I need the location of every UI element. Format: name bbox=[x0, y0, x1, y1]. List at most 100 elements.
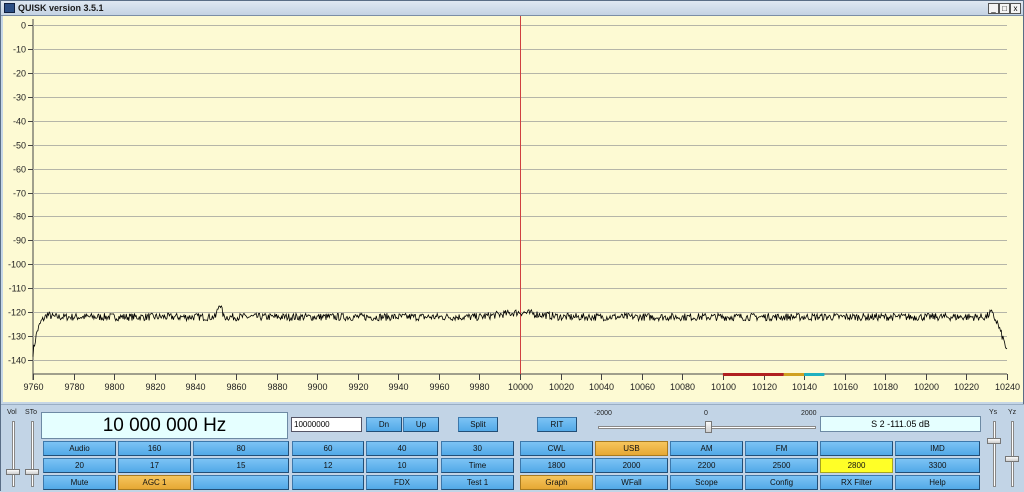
sto-label: STo bbox=[25, 409, 38, 416]
x-tick-label: 9980 bbox=[469, 382, 489, 392]
blank-row1-10-button[interactable] bbox=[820, 441, 893, 456]
fdx-button[interactable]: FDX bbox=[366, 475, 438, 490]
rit-slider-thumb[interactable] bbox=[705, 421, 712, 433]
blank-row3-3-button[interactable] bbox=[292, 475, 364, 490]
x-tick-label: 9940 bbox=[388, 382, 408, 392]
2200-button[interactable]: 2200 bbox=[670, 458, 743, 473]
split-button[interactable]: Split bbox=[458, 417, 498, 432]
test-1-button[interactable]: Test 1 bbox=[441, 475, 514, 490]
graph-button[interactable]: Graph bbox=[520, 475, 593, 490]
2800-button[interactable]: 2800 bbox=[820, 458, 893, 473]
x-tick-label: 9960 bbox=[429, 382, 449, 392]
time-button[interactable]: Time bbox=[441, 458, 514, 473]
y-tick-label: -80 bbox=[13, 212, 26, 222]
vol-label: Vol bbox=[7, 409, 17, 416]
down-button[interactable]: Dn bbox=[366, 417, 402, 432]
control-panel: Vol STo 10 000 000 Hz 10000000 Dn Up Spl… bbox=[1, 404, 1024, 492]
blank-row3-2-button[interactable] bbox=[193, 475, 289, 490]
cwl-button[interactable]: CWL bbox=[520, 441, 593, 456]
close-button[interactable]: x bbox=[1010, 3, 1021, 14]
app-icon bbox=[4, 3, 15, 13]
x-tick-label: 10200 bbox=[914, 382, 939, 392]
mute-button[interactable]: Mute bbox=[43, 475, 116, 490]
y-tick-label: -30 bbox=[13, 93, 26, 103]
frequency-display: 10 000 000 Hz bbox=[41, 412, 288, 439]
x-tick-label: 9760 bbox=[23, 382, 43, 392]
frequency-input[interactable]: 10000000 bbox=[291, 417, 362, 432]
rit-scale-min: -2000 bbox=[594, 410, 612, 417]
x-tick-label: 9900 bbox=[307, 382, 327, 392]
x-tick-label: 9880 bbox=[267, 382, 287, 392]
title-bar[interactable]: QUISK version 3.5.1 _ □ x bbox=[1, 1, 1023, 16]
yz-slider[interactable] bbox=[1011, 421, 1014, 487]
rit-scale-max: 2000 bbox=[801, 410, 817, 417]
12-button[interactable]: 12 bbox=[292, 458, 364, 473]
x-tick-label: 10120 bbox=[752, 382, 777, 392]
x-tick-label: 9820 bbox=[145, 382, 165, 392]
am-button[interactable]: AM bbox=[670, 441, 743, 456]
y-tick-label: -140 bbox=[8, 356, 26, 366]
x-tick-label: 10220 bbox=[954, 382, 979, 392]
maximize-button[interactable]: □ bbox=[999, 3, 1010, 14]
y-tick-label: -20 bbox=[13, 69, 26, 79]
imd-button[interactable]: IMD bbox=[895, 441, 980, 456]
agc-1-button[interactable]: AGC 1 bbox=[118, 475, 191, 490]
scope-button[interactable]: Scope bbox=[670, 475, 743, 490]
x-tick-label: 9860 bbox=[226, 382, 246, 392]
y-tick-label: -60 bbox=[13, 165, 26, 175]
spectrum-graph[interactable]: 0 -10 -20 -30 -40 -50 -60 -70 -80 -90 -100 -110 -120… bbox=[3, 16, 1023, 402]
x-tick-label: 10160 bbox=[833, 382, 858, 392]
sto-slider-thumb[interactable] bbox=[25, 469, 39, 475]
x-tick-label: 10000 bbox=[508, 382, 533, 392]
x-tick-label: 10020 bbox=[549, 382, 574, 392]
y-tick-label: -130 bbox=[8, 332, 26, 342]
x-tick-label: 9920 bbox=[348, 382, 368, 392]
ys-label: Ys bbox=[989, 409, 998, 416]
wfall-button[interactable]: WFall bbox=[595, 475, 668, 490]
y-tick-label: -110 bbox=[9, 284, 26, 294]
17-button[interactable]: 17 bbox=[118, 458, 191, 473]
60-button[interactable]: 60 bbox=[292, 441, 364, 456]
20-button[interactable]: 20 bbox=[43, 458, 116, 473]
x-tick-label: 10240 bbox=[995, 382, 1020, 392]
usb-button[interactable]: USB bbox=[595, 441, 668, 456]
yz-label: Yz bbox=[1008, 409, 1017, 416]
app-window: QUISK version 3.5.1 _ □ x 0 -10 -20 -30 -40 -… bbox=[0, 0, 1024, 492]
rx-filter-button[interactable]: RX Filter bbox=[820, 475, 893, 490]
band-marker bbox=[804, 373, 825, 376]
ys-slider-thumb[interactable] bbox=[987, 437, 1001, 444]
spectrum-plot[interactable]: 0 -10 -20 -30 -40 -50 -60 -70 -80 -90 -100 -110 -120… bbox=[3, 16, 1023, 402]
160-button[interactable]: 160 bbox=[118, 441, 191, 456]
s-meter-display: S 2 -111.05 dB bbox=[820, 416, 981, 432]
30-button[interactable]: 30 bbox=[441, 441, 514, 456]
up-button[interactable]: Up bbox=[403, 417, 439, 432]
vol-slider[interactable] bbox=[12, 421, 15, 487]
80-button[interactable]: 80 bbox=[193, 441, 289, 456]
x-tick-label: 10080 bbox=[670, 382, 695, 392]
y-tick-label: -120 bbox=[8, 308, 26, 318]
x-tick-label: 10100 bbox=[711, 382, 736, 392]
1800-button[interactable]: 1800 bbox=[520, 458, 593, 473]
40-button[interactable]: 40 bbox=[366, 441, 438, 456]
x-tick-label: 9800 bbox=[104, 382, 124, 392]
x-tick-label: 10040 bbox=[589, 382, 614, 392]
y-tick-label: -100 bbox=[8, 260, 26, 270]
3300-button[interactable]: 3300 bbox=[895, 458, 980, 473]
rit-scale-zero: 0 bbox=[704, 410, 708, 417]
sto-slider[interactable] bbox=[31, 421, 34, 487]
ys-slider[interactable] bbox=[993, 421, 996, 487]
vol-slider-thumb[interactable] bbox=[6, 469, 20, 475]
2000-button[interactable]: 2000 bbox=[595, 458, 668, 473]
fm-button[interactable]: FM bbox=[745, 441, 818, 456]
15-button[interactable]: 15 bbox=[193, 458, 289, 473]
rit-button[interactable]: RIT bbox=[537, 417, 577, 432]
x-tick-label: 10140 bbox=[792, 382, 817, 392]
minimize-button[interactable]: _ bbox=[988, 3, 999, 14]
audio-button[interactable]: Audio bbox=[43, 441, 116, 456]
yz-slider-thumb[interactable] bbox=[1005, 455, 1019, 462]
10-button[interactable]: 10 bbox=[366, 458, 438, 473]
config-button[interactable]: Config bbox=[745, 475, 818, 490]
2500-button[interactable]: 2500 bbox=[745, 458, 818, 473]
y-tick-label: -70 bbox=[13, 189, 26, 199]
help-button[interactable]: Help bbox=[895, 475, 980, 490]
